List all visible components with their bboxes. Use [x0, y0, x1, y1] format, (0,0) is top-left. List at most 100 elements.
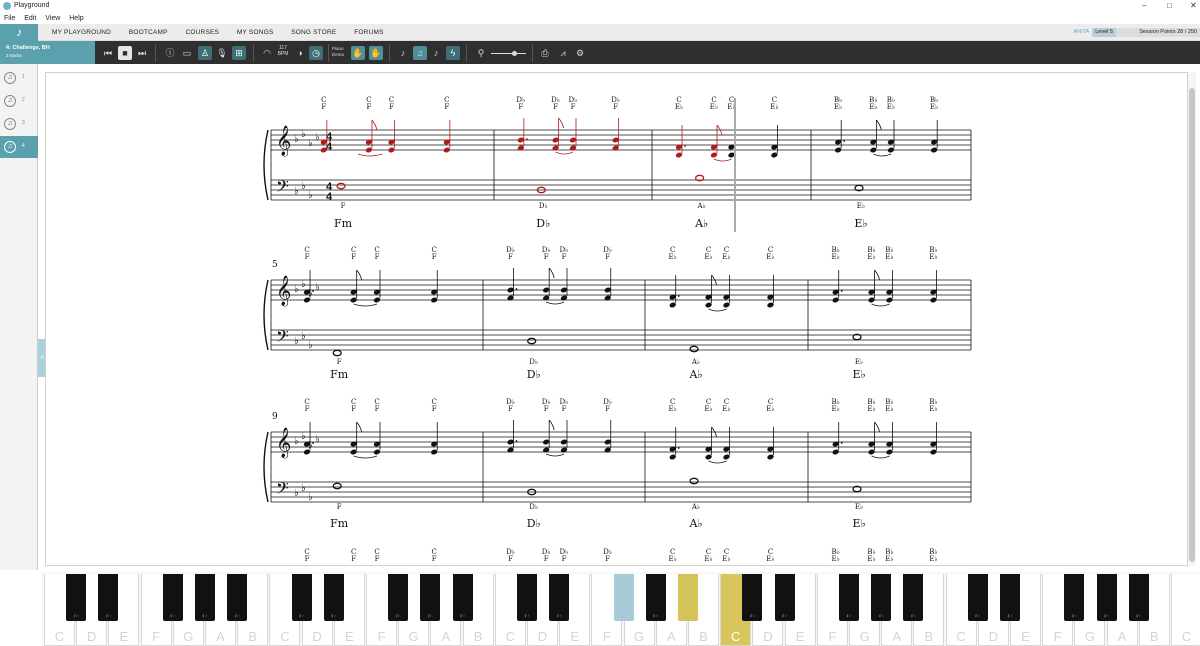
note-flag — [876, 119, 882, 131]
close-button[interactable]: ✕ — [1190, 1, 1197, 10]
black-key[interactable]: ♯ ♭ — [195, 574, 215, 621]
bass-note-label: E♭ — [857, 202, 865, 210]
scrollbar-thumb[interactable] — [1189, 88, 1195, 562]
note-label: F — [367, 103, 372, 111]
note-label: F — [432, 405, 437, 413]
tie — [871, 303, 890, 307]
note-label: E♭ — [722, 253, 730, 261]
bass-clef: 𝄢 — [276, 176, 289, 200]
chord-symbol: D♭ — [527, 368, 541, 381]
key-label: A — [892, 629, 902, 644]
note-label: F — [613, 103, 618, 111]
key-label: E — [795, 629, 805, 644]
bass-clef: 𝄢 — [276, 478, 289, 502]
chord-symbol: Fm — [334, 217, 353, 230]
black-key[interactable]: ♯ ♭ — [1064, 574, 1085, 621]
whole-note — [527, 337, 537, 345]
chord-symbol: D♭ — [527, 517, 541, 530]
bass-note-label: F — [337, 503, 342, 511]
note-label: F — [571, 103, 576, 111]
black-key[interactable]: ♯ ♭ — [774, 574, 795, 621]
key-label: F — [1053, 629, 1062, 644]
measure-number: 5 — [272, 260, 278, 270]
note-label: E♭ — [831, 405, 839, 413]
note-label: E♭ — [869, 103, 877, 111]
black-key[interactable]: ♯ ♭ — [388, 574, 409, 621]
black-key[interactable]: ♯ ♭ — [291, 574, 312, 621]
key-label: E — [119, 629, 129, 644]
black-key[interactable]: ♯ ♭ — [903, 574, 924, 621]
note-label: F — [389, 103, 394, 111]
key-label: ♯ ♭ — [1071, 613, 1077, 618]
black-key[interactable]: ♯ ♭ — [66, 574, 87, 621]
black-key[interactable]: ♯ ♭ — [323, 574, 344, 621]
note-label: E♭ — [766, 555, 774, 563]
black-key[interactable]: ♯ ♭ — [678, 574, 698, 621]
piano-keyboard[interactable]: C D E F G A B C D E F G A B C D E F G A B C D E F G A B C D E F G A B C ♯ ♭ ♯… — [42, 572, 1200, 646]
black-key[interactable]: ♯ ♭ — [517, 574, 537, 621]
bass-note-label: A♭ — [691, 358, 700, 366]
black-key[interactable]: ♯ ♭ — [227, 574, 248, 621]
key-label: F — [828, 629, 837, 644]
black-key[interactable]: ♯ ♭ — [871, 574, 892, 621]
note-label: F — [432, 555, 437, 563]
key-label: G — [1084, 629, 1095, 644]
treble-clef: 𝄞 — [276, 275, 291, 307]
note-label: F — [444, 103, 449, 111]
chord-symbol: A♭ — [694, 217, 708, 230]
note-label: F — [375, 555, 380, 563]
flat-sign: ♭ — [294, 336, 299, 347]
key-label: ♯ ♭ — [427, 613, 433, 618]
note-flag — [356, 269, 363, 281]
black-key[interactable]: ♯ ♭ — [452, 574, 473, 621]
black-key[interactable]: ♯ ♭ — [967, 574, 988, 621]
black-key[interactable]: ♯ ♭ — [1000, 574, 1020, 621]
key-label: ♯ ♭ — [202, 613, 208, 618]
key-label: ♯ ♭ — [556, 613, 562, 618]
flat-sign: ♭ — [301, 331, 306, 342]
black-key[interactable]: ♯ ♭ — [98, 574, 119, 621]
key-label: ♯ ♭ — [460, 613, 466, 618]
tie — [871, 455, 890, 459]
bass-note-label: F — [341, 202, 346, 210]
dot — [515, 288, 518, 290]
note-label: F — [508, 555, 513, 563]
dot — [525, 138, 528, 140]
dot — [684, 145, 686, 147]
key-label: F — [152, 629, 161, 644]
black-key[interactable]: ♯ ♭ — [1128, 574, 1149, 621]
whole-note — [332, 349, 342, 357]
note-label: F — [432, 253, 437, 261]
key-label: C — [730, 629, 741, 644]
chord-symbol: E♭ — [854, 217, 867, 230]
note-label: E♭ — [710, 103, 718, 111]
key-label: C — [1181, 629, 1192, 644]
key-label: ♯ ♭ — [234, 613, 240, 618]
note-label: E♭ — [766, 405, 774, 413]
note-label: E♭ — [704, 405, 712, 413]
black-key[interactable]: ♯ ♭ — [613, 574, 634, 621]
white-key-c[interactable]: C — [1171, 574, 1200, 646]
key-label: ♯ ♭ — [782, 613, 788, 618]
treble-clef: 𝄞 — [276, 427, 291, 459]
key-label: ♯ ♭ — [73, 613, 79, 618]
black-key[interactable]: ♯ ♭ — [839, 574, 859, 621]
key-label: F — [602, 629, 611, 644]
black-key[interactable]: ♯ ♭ — [549, 574, 570, 621]
whole-note — [336, 182, 346, 190]
black-key[interactable]: ♯ ♭ — [645, 574, 666, 621]
dot — [677, 295, 680, 297]
tie — [546, 301, 565, 305]
key-label: G — [408, 629, 419, 644]
note-label: E♭ — [675, 103, 683, 111]
black-key[interactable]: ♯ ♭ — [1096, 574, 1117, 621]
black-key[interactable]: ♯ ♭ — [162, 574, 183, 621]
key-label: A — [666, 629, 676, 644]
black-key[interactable]: ♯ ♭ — [742, 574, 763, 621]
key-label: ♯ ♭ — [395, 613, 401, 618]
black-key[interactable]: ♯ ♭ — [420, 574, 441, 621]
note-label: F — [375, 405, 380, 413]
dot — [840, 290, 843, 292]
note-label: E♭ — [834, 103, 842, 111]
tie — [546, 453, 565, 457]
